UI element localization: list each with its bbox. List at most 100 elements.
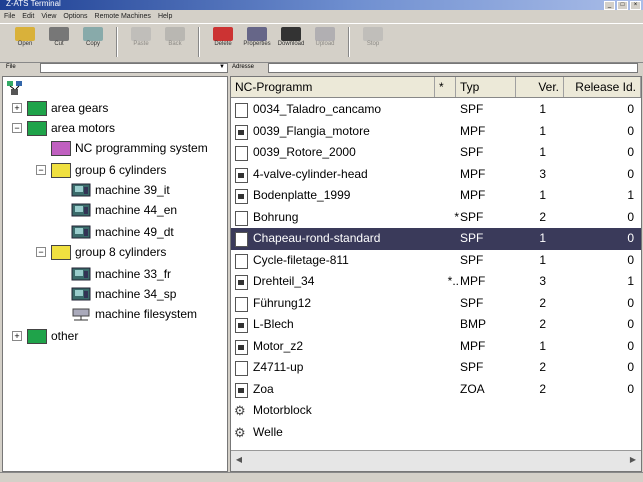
column-header[interactable]: NC-Programm (231, 77, 435, 97)
table-row[interactable]: 4-valve-cylinder-head MPF 3 0 (231, 164, 641, 186)
table-row[interactable]: Chapeau-rond-standard SPF 1 0 (231, 228, 641, 250)
address-field[interactable] (268, 63, 638, 73)
column-header[interactable]: Typ (456, 77, 516, 97)
table-row[interactable]: Führung12 SPF 2 0 (231, 293, 641, 315)
delete-icon (213, 27, 233, 41)
toolbar-button-paste[interactable]: Paste (124, 24, 158, 60)
column-header[interactable]: Ver. (516, 77, 564, 97)
table-row[interactable]: Bohrung * SPF 2 0 (231, 207, 641, 229)
table-row[interactable]: Bodenplatte_1999 MPF 1 1 (231, 185, 641, 207)
network-root-icon (7, 81, 22, 95)
tree-node[interactable]: NC programming system (51, 139, 208, 157)
machine-tree[interactable]: + area gears − area motors NC programming sy… (2, 76, 228, 472)
cell-rel: 0 (627, 231, 634, 245)
tree-node[interactable]: group 6 cylinders (51, 161, 166, 179)
collapse-icon[interactable]: − (36, 165, 46, 175)
file-icon (235, 210, 248, 226)
table-row[interactable]: Z4711-up SPF 2 0 (231, 357, 641, 379)
cell-ver (516, 400, 546, 422)
file-path-field[interactable] (40, 63, 228, 73)
toolbar-button-open[interactable]: Open (8, 24, 42, 60)
toolbar-button-back[interactable]: Back (158, 24, 192, 60)
cell-typ (460, 422, 516, 444)
tree-node-label: machine filesystem (95, 307, 198, 321)
column-header[interactable]: * (435, 77, 456, 97)
tree-node[interactable]: machine 33_fr (71, 265, 171, 283)
table-row[interactable]: ⚙ Motorblock (231, 400, 641, 422)
green-folder-icon (27, 328, 47, 344)
table-row[interactable]: Cycle-filetage-811 SPF 1 0 (231, 250, 641, 272)
toolbar-button-cut[interactable]: Cut (42, 24, 76, 60)
table-row[interactable]: L-Blech BMP 2 0 (231, 314, 641, 336)
toolbar-button-delete[interactable]: Delete (206, 24, 240, 60)
menu-bar: File Edit View Options Remote Machines Help (0, 11, 643, 22)
toolbar-button-copy[interactable]: Copy (76, 24, 110, 60)
menu-item[interactable]: Edit (22, 11, 34, 22)
toolbar-button-label: Paste (133, 41, 149, 47)
file-icon (235, 103, 248, 118)
toolbar-button-label: Stop (366, 41, 380, 47)
maximize-button[interactable]: □ (617, 1, 628, 10)
machine-icon (71, 287, 91, 301)
file-label: File (6, 64, 16, 70)
cell-typ: MPF (460, 123, 486, 138)
chevron-down-icon[interactable]: ▼ (219, 64, 225, 70)
expand-icon[interactable]: + (12, 103, 22, 113)
tree-node[interactable]: area motors (27, 119, 115, 137)
close-button[interactable]: × (630, 1, 641, 10)
horizontal-scrollbar[interactable]: ◀ ▶ (231, 450, 641, 471)
machine-icon (71, 267, 91, 281)
toolbar-button-label: Delete (214, 41, 232, 47)
file-icon (235, 232, 248, 247)
graphic-file-icon (235, 167, 248, 183)
toolbar-button-properties[interactable]: Properties (240, 24, 274, 60)
table-row[interactable]: 0034_Taladro_cancamo SPF 1 0 (231, 99, 641, 121)
cell-mark (435, 142, 459, 164)
expand-icon[interactable]: + (12, 331, 22, 341)
cell-ver (516, 422, 546, 444)
toolbar-button-upload[interactable]: Upload (308, 24, 342, 60)
toolbar-button-download[interactable]: Download (274, 24, 308, 60)
tree-node[interactable]: other (27, 327, 78, 345)
menu-item[interactable]: File (4, 11, 15, 22)
menu-item[interactable]: Options (63, 11, 87, 22)
tree-node[interactable]: machine filesystem (71, 305, 197, 323)
cell-mark (435, 293, 459, 315)
toolbar-button-stop[interactable]: Stop (356, 24, 390, 60)
workpiece-icon: ⚙ (234, 424, 246, 440)
collapse-icon[interactable]: − (36, 247, 46, 257)
table-row[interactable]: 0039_Flangia_motore MPF 1 0 (231, 121, 641, 143)
toolbar-button-label: Open (17, 41, 33, 47)
menu-item[interactable]: Remote Machines (95, 11, 151, 22)
menu-item[interactable]: Help (158, 11, 172, 22)
tree-node[interactable]: machine 49_dt (71, 223, 174, 241)
table-row[interactable]: Zoa ZOA 2 0 (231, 379, 641, 401)
cell-name: 0034_Taladro_cancamo (253, 102, 382, 116)
folder-open-icon (15, 27, 35, 41)
minimize-button[interactable]: _ (604, 1, 615, 10)
cell-typ: SPF (460, 295, 484, 310)
scroll-right-icon[interactable]: ▶ (627, 454, 639, 466)
cell-typ: MPF (460, 166, 486, 181)
table-row[interactable]: Drehteil_34 *.. MPF 3 1 (231, 271, 641, 293)
tree-node[interactable]: area gears (27, 99, 108, 117)
cell-rel: 0 (627, 381, 634, 396)
back-arrow-icon (165, 27, 185, 41)
toolbar-separator (116, 27, 118, 57)
column-header[interactable]: Release Id. (564, 77, 641, 97)
tree-node[interactable]: machine 44_en (71, 201, 177, 219)
program-list[interactable]: NC-Programm * Typ Ver. Release Id. ◀ ▶ 0034_… (230, 76, 642, 472)
cell-mark (435, 314, 459, 336)
tree-node[interactable]: machine 34_sp (71, 285, 176, 303)
menu-item[interactable]: View (41, 11, 56, 22)
scroll-left-icon[interactable]: ◀ (233, 454, 245, 466)
cell-mark (435, 228, 459, 250)
table-row[interactable]: Motor_z2 MPF 1 0 (231, 336, 641, 358)
table-row[interactable]: ⚙ Welle (231, 422, 641, 444)
tree-node[interactable]: machine 39_it (71, 181, 170, 199)
cell-mark (435, 422, 459, 444)
collapse-icon[interactable]: − (12, 123, 22, 133)
table-row[interactable]: 0039_Rotore_2000 SPF 1 0 (231, 142, 641, 164)
cell-rel: 0 (627, 317, 634, 331)
tree-node[interactable]: group 8 cylinders (51, 243, 166, 261)
